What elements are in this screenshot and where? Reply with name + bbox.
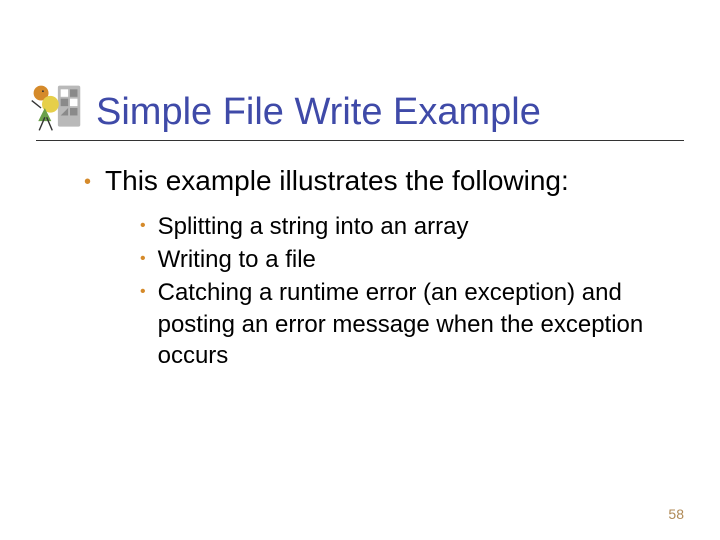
bullet-dot-icon: • (84, 165, 91, 199)
page-number: 58 (668, 506, 684, 522)
slide-title: Simple File Write Example (96, 92, 541, 136)
bullet-dot-icon: • (140, 244, 146, 275)
slide: Simple File Write Example • This example… (0, 0, 720, 540)
header-row: Simple File Write Example (0, 80, 720, 136)
bullet-level-2: • Writing to a file (44, 244, 676, 275)
bullet-text: Writing to a file (158, 244, 316, 275)
bullet-text: Catching a runtime error (an exception) … (158, 277, 676, 371)
content-area: • This example illustrates the following… (0, 141, 720, 371)
bullet-level-2: • Splitting a string into an array (44, 211, 676, 242)
bullet-text: This example illustrates the following: (105, 165, 569, 199)
bullet-level-1: • This example illustrates the following… (44, 165, 676, 199)
bullet-text: Splitting a string into an array (158, 211, 469, 242)
bullet-level-2: • Catching a runtime error (an exception… (44, 277, 676, 371)
bullet-dot-icon: • (140, 277, 146, 371)
logo-icon (28, 80, 84, 136)
bullet-dot-icon: • (140, 211, 146, 242)
